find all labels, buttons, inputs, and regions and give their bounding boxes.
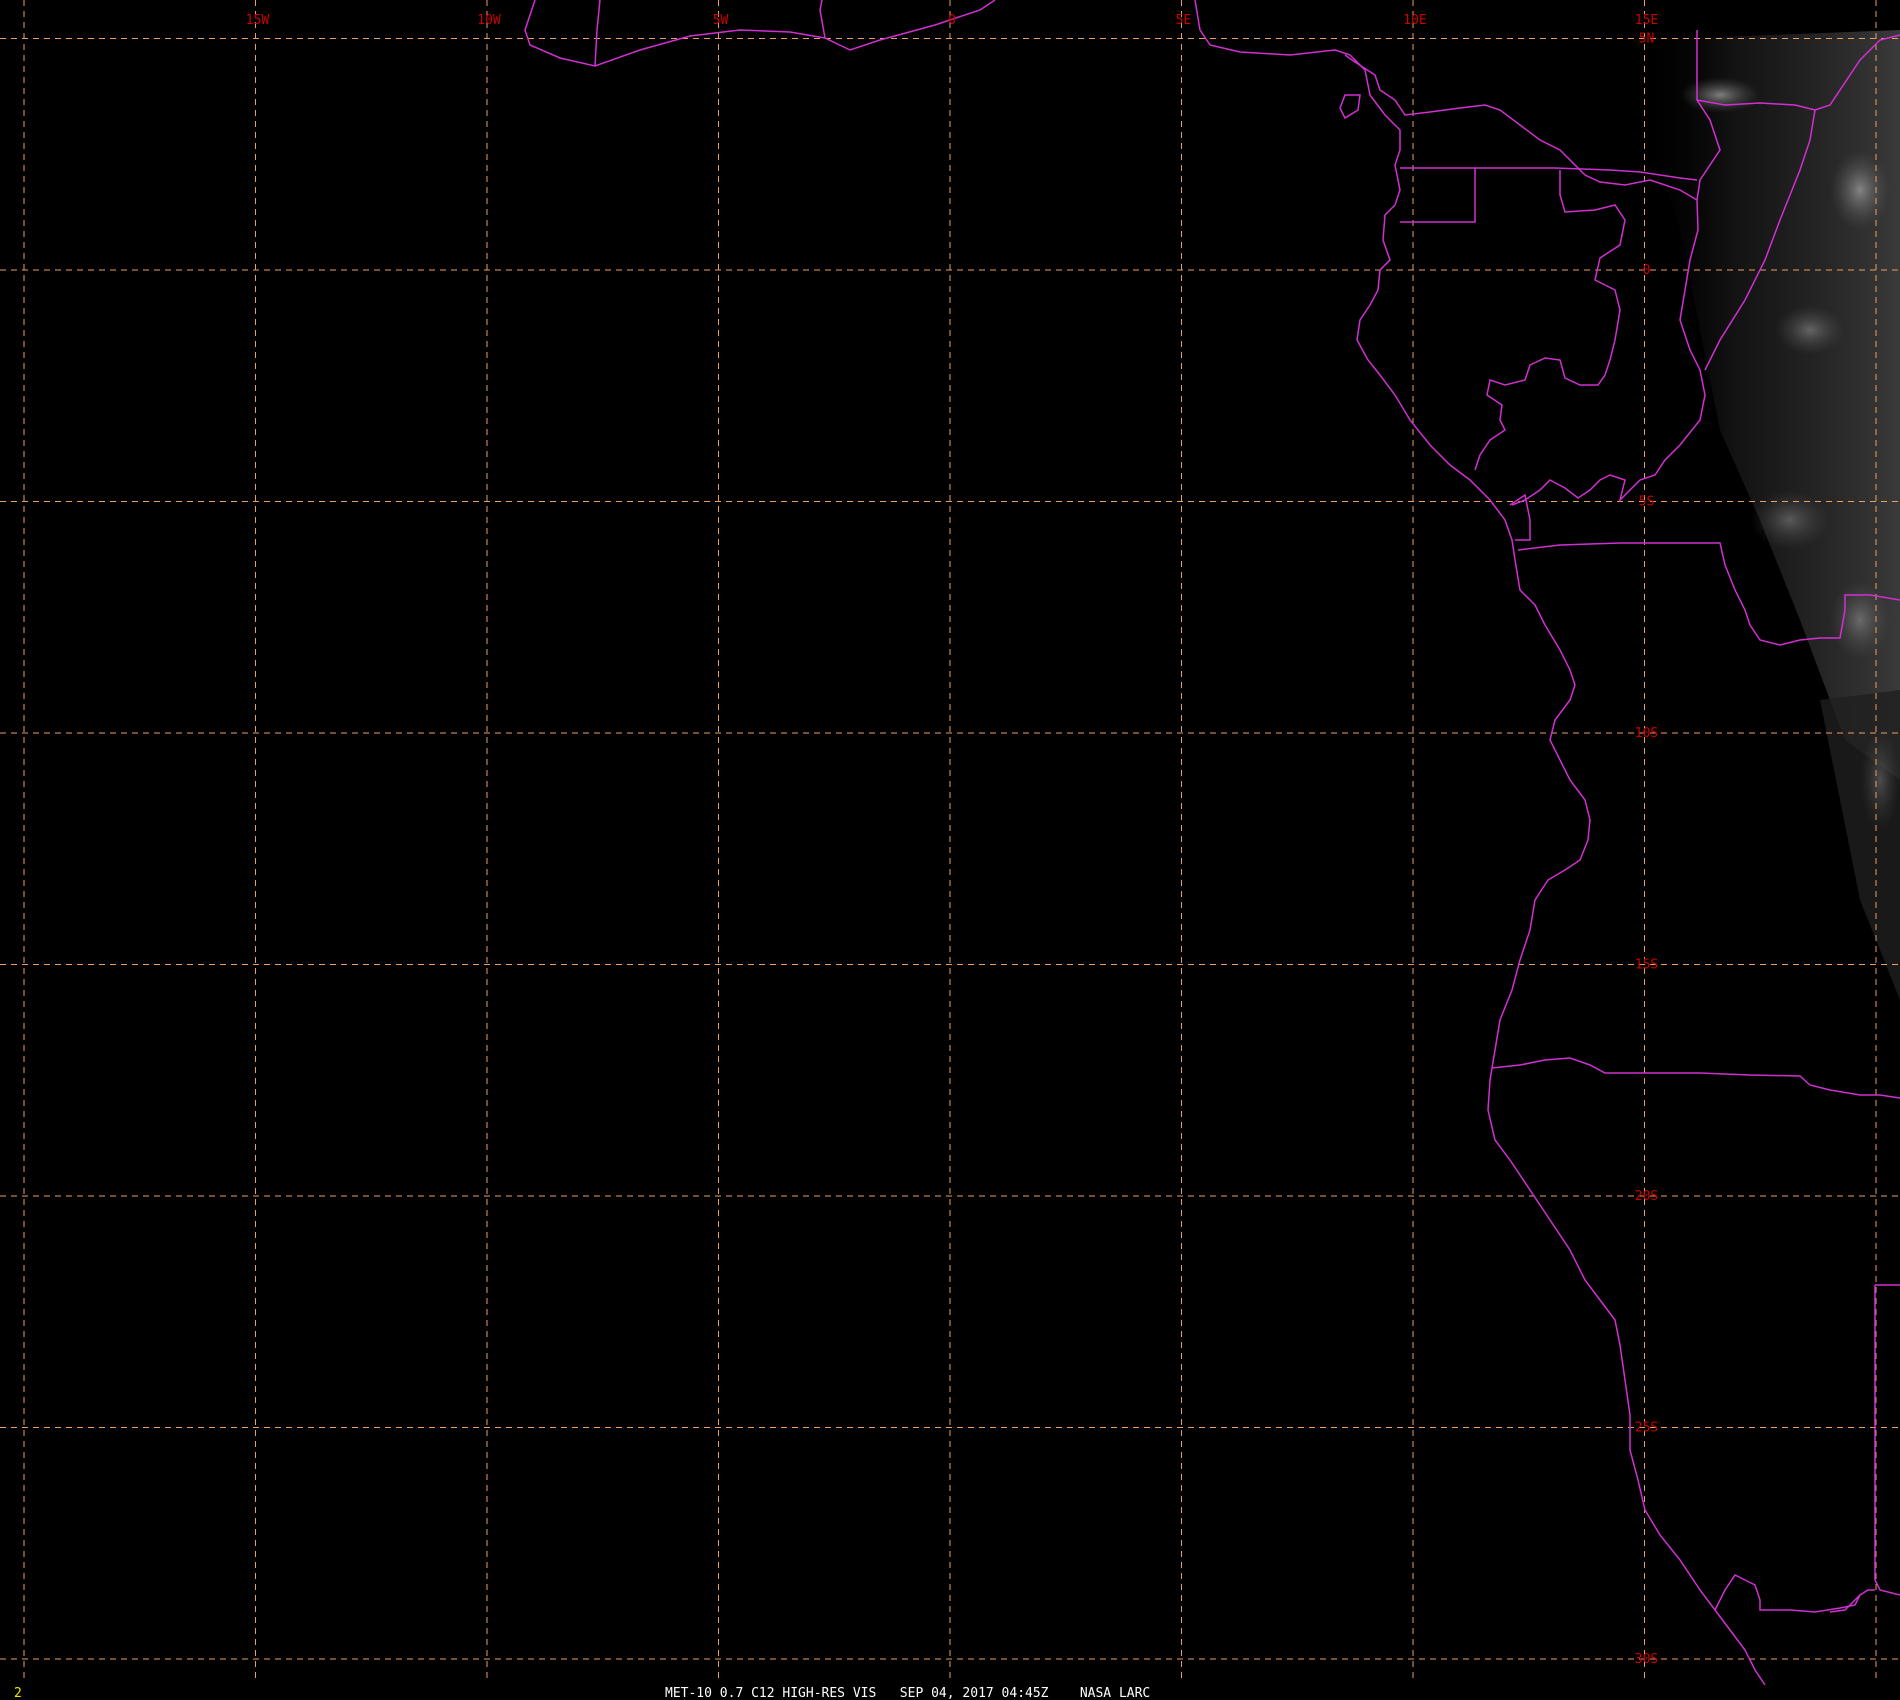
lon-label: 10E — [1403, 13, 1426, 28]
lat-label: 0 — [1643, 263, 1651, 278]
lat-label: 5N — [1639, 32, 1655, 47]
lon-label: 5E — [1176, 13, 1192, 28]
lon-label: 0 — [948, 13, 956, 28]
frame-number: 2 — [14, 1686, 22, 1700]
lon-label: 5W — [713, 13, 729, 28]
satellite-map: 15W 10W 5W 0 5E 10E 15E5N05S10S15S20S25S30S 2 … — [0, 0, 1900, 1700]
lat-label: 5S — [1639, 495, 1655, 510]
lon-label: 10W — [477, 13, 501, 28]
lat-label: 15S — [1635, 958, 1658, 973]
lat-label: 30S — [1635, 1652, 1658, 1667]
lat-label: 25S — [1635, 1421, 1658, 1436]
image-caption: MET-10 0.7 C12 HIGH-RES VIS SEP 04, 2017… — [665, 1686, 1150, 1700]
lat-label: 10S — [1635, 726, 1658, 741]
lon-label: 15W — [246, 13, 270, 28]
lat-label: 20S — [1635, 1189, 1658, 1204]
lon-label: 15E — [1635, 13, 1658, 28]
